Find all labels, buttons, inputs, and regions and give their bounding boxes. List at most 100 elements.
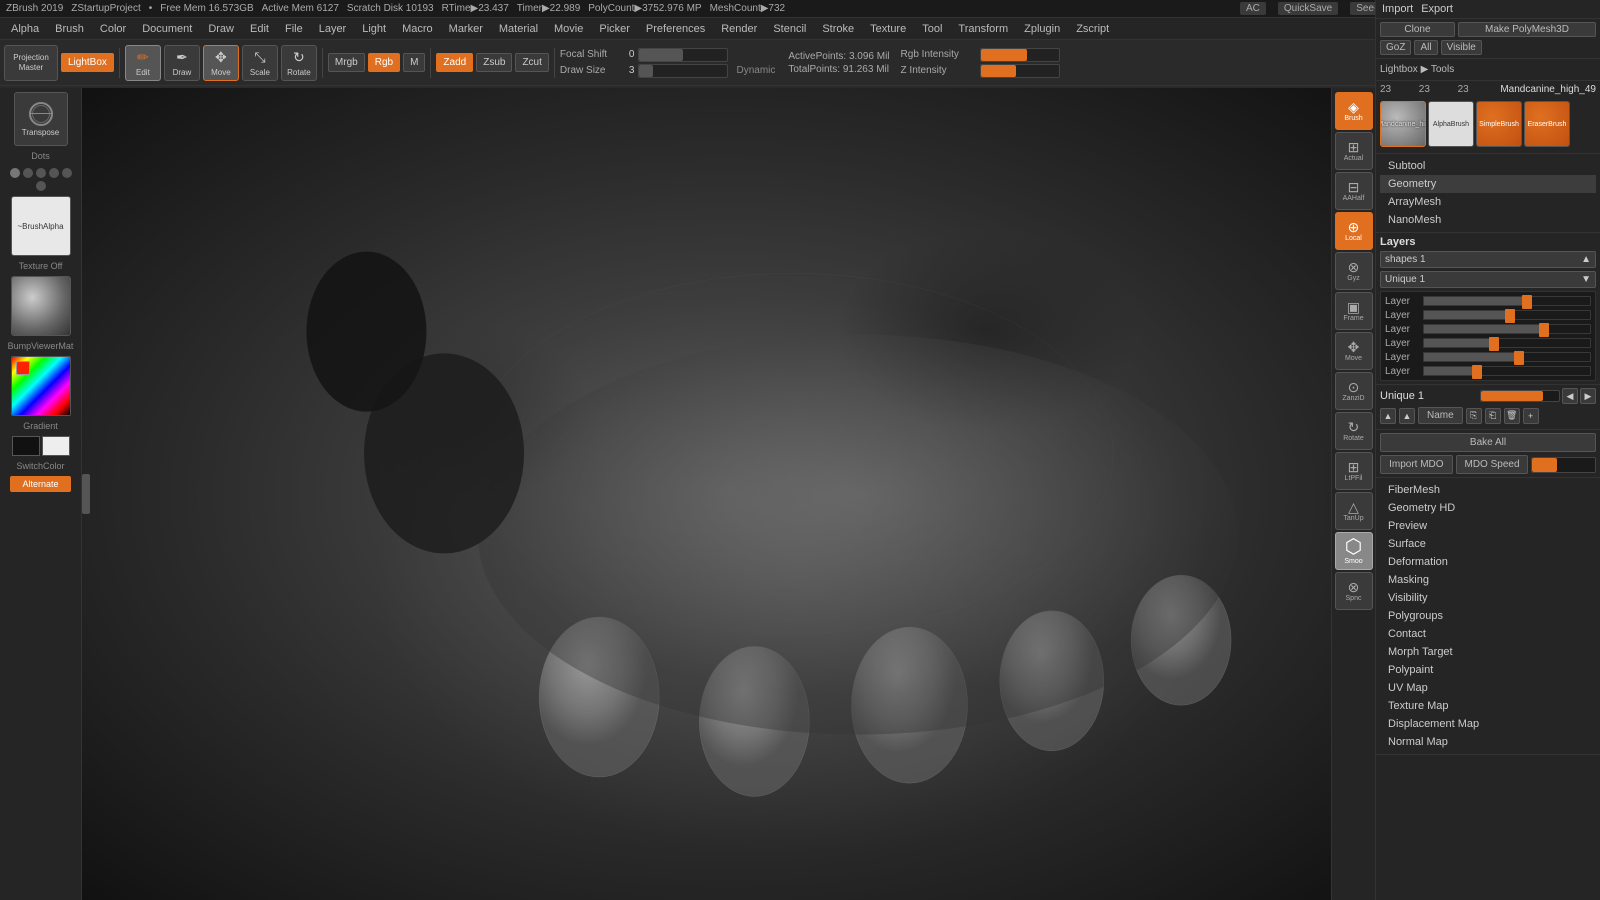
dot-5[interactable] <box>62 168 72 178</box>
dot-6[interactable] <box>36 181 46 191</box>
transpose-btn[interactable]: Transpose <box>14 92 68 146</box>
menu-light[interactable]: Light <box>355 21 393 37</box>
bake-all-btn[interactable]: Bake All <box>1380 433 1596 452</box>
layer-slider-1[interactable] <box>1423 296 1591 306</box>
menu-material[interactable]: Material <box>492 21 545 37</box>
rgb-btn[interactable]: Rgb <box>368 53 400 72</box>
masking-item[interactable]: Masking <box>1380 571 1596 589</box>
mrgb-btn[interactable]: Mrgb <box>328 53 365 72</box>
polypaint-item[interactable]: Polypaint <box>1380 661 1596 679</box>
shapes-dropdown[interactable]: shapes 1 ▲ <box>1380 251 1596 268</box>
arraymesh-item[interactable]: ArrayMesh <box>1380 193 1596 211</box>
black-swatch[interactable] <box>12 436 40 456</box>
menu-edit[interactable]: Edit <box>243 21 276 37</box>
goz-btn[interactable]: GoZ <box>1380 40 1411 55</box>
menu-draw[interactable]: Draw <box>201 21 241 37</box>
draw-size-slider[interactable] <box>638 64 728 78</box>
menu-tool[interactable]: Tool <box>915 21 949 37</box>
fibermesh-item[interactable]: FiberMesh <box>1380 481 1596 499</box>
morph-target-item[interactable]: Morph Target <box>1380 643 1596 661</box>
zanzid-icon-btn[interactable]: ⊙ ZanziD <box>1335 372 1373 410</box>
menu-file[interactable]: File <box>278 21 310 37</box>
layer-slider-5[interactable] <box>1423 352 1591 362</box>
white-swatch[interactable] <box>42 436 70 456</box>
menu-color[interactable]: Color <box>93 21 133 37</box>
move-btn[interactable]: ✥ Move <box>203 45 239 81</box>
color-swatch[interactable] <box>11 356 71 416</box>
dot-2[interactable] <box>23 168 33 178</box>
copy-btn[interactable]: ⎘ <box>1466 408 1482 424</box>
lightbox-tools-label[interactable]: Lightbox ▶ Tools <box>1380 64 1454 75</box>
material-btn[interactable] <box>11 276 71 336</box>
visible-btn[interactable]: Visible <box>1441 40 1482 55</box>
brush-alpha-btn[interactable]: ~BrushAlpha <box>11 196 71 256</box>
scale-btn[interactable]: ⤡ Scale <box>242 45 278 81</box>
extra-btn[interactable]: + <box>1523 408 1539 424</box>
menu-document[interactable]: Document <box>135 21 199 37</box>
visibility-item[interactable]: Visibility <box>1380 589 1596 607</box>
nanomesh-item[interactable]: NanoMesh <box>1380 211 1596 229</box>
menu-alpha[interactable]: Alpha <box>4 21 46 37</box>
actual-icon-btn[interactable]: ⊞ Actual <box>1335 132 1373 170</box>
spnc-icon-btn[interactable]: ⊗ Spnc <box>1335 572 1373 610</box>
m-btn[interactable]: M <box>403 53 425 72</box>
litepfil-icon-btn[interactable]: ⊞ LtPFil <box>1335 452 1373 490</box>
menu-texture[interactable]: Texture <box>863 21 913 37</box>
foreground-color[interactable] <box>16 361 30 375</box>
layer-slider-4[interactable] <box>1423 338 1591 348</box>
layer-slider-6[interactable] <box>1423 366 1591 376</box>
geometry-hd-item[interactable]: Geometry HD <box>1380 499 1596 517</box>
thumb-alphabrush[interactable]: AlphaBrush <box>1428 101 1474 147</box>
dot-3[interactable] <box>36 168 46 178</box>
dot-4[interactable] <box>49 168 59 178</box>
rotate-btn[interactable]: ↻ Rotate <box>281 45 317 81</box>
layer-slider-2[interactable] <box>1423 310 1591 320</box>
export-btn[interactable]: Export <box>1421 3 1453 15</box>
normal-map-item[interactable]: Normal Map <box>1380 733 1596 751</box>
deformation-item[interactable]: Deformation <box>1380 553 1596 571</box>
polygroups-item[interactable]: Polygroups <box>1380 607 1596 625</box>
zcut-btn[interactable]: Zcut <box>515 53 548 72</box>
thumb-simplebrush[interactable]: SimpleBrush <box>1476 101 1522 147</box>
menu-macro[interactable]: Macro <box>395 21 440 37</box>
paste-btn[interactable]: ⎗ <box>1485 408 1501 424</box>
import-mdo-btn[interactable]: Import MDO <box>1380 455 1453 474</box>
gyz-icon-btn[interactable]: ⊗ Gyz <box>1335 252 1373 290</box>
thumb-eraserbrush[interactable]: EraserBrush <box>1524 101 1570 147</box>
menu-movie[interactable]: Movie <box>547 21 590 37</box>
smooth-icon-btn[interactable]: ⬡ Smoo <box>1335 532 1373 570</box>
viewport[interactable] <box>82 88 1375 900</box>
unique-dropdown[interactable]: Unique 1 ▼ <box>1380 271 1596 288</box>
surface-item[interactable]: Surface <box>1380 535 1596 553</box>
z-intensity-slider[interactable] <box>980 64 1060 78</box>
rotate-icon-btn[interactable]: ↻ Rotate <box>1335 412 1373 450</box>
dot-1[interactable] <box>10 168 20 178</box>
move-icon-btn[interactable]: ✥ Move <box>1335 332 1373 370</box>
unique-slider[interactable] <box>1480 390 1560 402</box>
clone-btn[interactable]: Clone <box>1380 22 1455 37</box>
thumb-mandcanine-hig[interactable]: Mandcanine_hig <box>1380 101 1426 147</box>
alternate-btn[interactable]: Alternate <box>10 476 70 492</box>
scroll-indicator[interactable] <box>82 474 90 514</box>
make-polymesh-btn[interactable]: Make PolyMesh3D <box>1458 22 1596 37</box>
ac-btn[interactable]: AC <box>1240 2 1266 15</box>
draw-btn[interactable]: ✒ Draw <box>164 45 200 81</box>
down-arrow-btn[interactable]: ▲ <box>1399 408 1415 424</box>
menu-layer[interactable]: Layer <box>312 21 354 37</box>
all-btn[interactable]: All <box>1414 40 1437 55</box>
projection-master-btn[interactable]: Projection Master <box>4 45 58 81</box>
menu-marker[interactable]: Marker <box>442 21 490 37</box>
tanup-icon-btn[interactable]: △ TanUp <box>1335 492 1373 530</box>
layer-slider-3[interactable] <box>1423 324 1591 334</box>
aahalf-icon-btn[interactable]: ⊟ AAHalf <box>1335 172 1373 210</box>
arrow-right-btn[interactable]: ▶ <box>1580 388 1596 404</box>
texture-map-item[interactable]: Texture Map <box>1380 697 1596 715</box>
uv-map-item[interactable]: UV Map <box>1380 679 1596 697</box>
local-icon-btn[interactable]: ⊕ Local <box>1335 212 1373 250</box>
mdo-speed-slider[interactable] <box>1531 457 1596 473</box>
menu-brush[interactable]: Brush <box>48 21 91 37</box>
import-btn[interactable]: Import <box>1382 3 1413 15</box>
arrow-left-btn[interactable]: ◀ <box>1562 388 1578 404</box>
menu-render[interactable]: Render <box>714 21 764 37</box>
delete-btn[interactable]: 🗑 <box>1504 408 1520 424</box>
